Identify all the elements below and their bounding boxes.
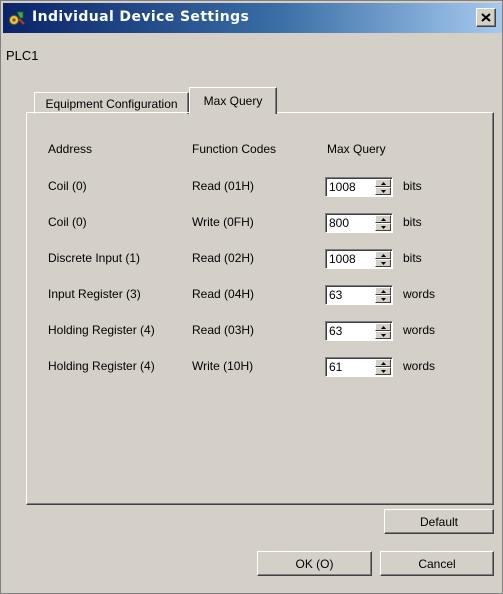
max-query-spinbox[interactable]: 63 — [325, 285, 393, 305]
title-bar[interactable]: Individual Device Settings — [3, 3, 502, 33]
spin-arrows[interactable] — [375, 179, 391, 195]
window-title: Individual Device Settings — [32, 9, 250, 25]
spin-down-button[interactable] — [375, 331, 391, 339]
max-query-value[interactable]: 61 — [329, 360, 342, 374]
device-name-label: PLC1 — [6, 48, 39, 63]
spin-arrows[interactable] — [375, 323, 391, 339]
row-unit: words — [403, 287, 436, 301]
spin-up-button[interactable] — [375, 179, 391, 187]
header-function-codes: Function Codes — [192, 142, 277, 156]
row-function-code: Read (01H) — [192, 179, 255, 193]
spin-down-button[interactable] — [375, 367, 391, 375]
row-address: Holding Register (4) — [48, 323, 155, 337]
spin-down-button[interactable] — [375, 295, 391, 303]
row-function-code: Write (0FH) — [192, 215, 254, 229]
spin-arrows[interactable] — [375, 251, 391, 267]
header-address: Address — [48, 142, 93, 156]
header-max-query: Max Query — [327, 142, 386, 156]
spin-down-button[interactable] — [375, 187, 391, 195]
row-address: Holding Register (4) — [48, 359, 155, 373]
spin-up-button[interactable] — [375, 359, 391, 367]
spin-arrows[interactable] — [375, 359, 391, 375]
row-unit: words — [403, 323, 436, 337]
row-function-code: Read (02H) — [192, 251, 255, 265]
row-unit: bits — [403, 251, 422, 265]
ok-button[interactable]: OK (O) — [257, 551, 372, 576]
close-icon — [481, 13, 491, 22]
row-unit: words — [403, 359, 436, 373]
row-address: Coil (0) — [48, 179, 87, 193]
max-query-value[interactable]: 1008 — [329, 180, 356, 194]
row-unit: bits — [403, 179, 422, 193]
max-query-value[interactable]: 63 — [329, 324, 342, 338]
spin-arrows[interactable] — [375, 215, 391, 231]
max-query-spinbox[interactable]: 63 — [325, 321, 393, 341]
max-query-value[interactable]: 1008 — [329, 252, 356, 266]
spin-down-button[interactable] — [375, 259, 391, 267]
device-settings-icon — [8, 9, 26, 27]
row-function-code: Read (03H) — [192, 323, 255, 337]
row-address: Discrete Input (1) — [48, 251, 141, 265]
default-button[interactable]: Default — [384, 509, 494, 534]
max-query-spinbox[interactable]: 1008 — [325, 177, 393, 197]
spin-up-button[interactable] — [375, 251, 391, 259]
spin-up-button[interactable] — [375, 323, 391, 331]
spin-up-button[interactable] — [375, 287, 391, 295]
max-query-spinbox[interactable]: 61 — [325, 357, 393, 377]
tab-equipment-configuration[interactable]: Equipment Configuration — [34, 92, 189, 114]
row-address: Coil (0) — [48, 215, 87, 229]
row-unit: bits — [403, 215, 422, 229]
max-query-panel — [26, 112, 494, 505]
row-function-code: Write (10H) — [192, 359, 254, 373]
close-button[interactable] — [476, 8, 496, 27]
spin-arrows[interactable] — [375, 287, 391, 303]
dialog-window: Individual Device Settings PLC1 Equipmen… — [0, 0, 503, 594]
cancel-button[interactable]: Cancel — [380, 551, 494, 576]
max-query-value[interactable]: 63 — [329, 288, 342, 302]
tab-max-query[interactable]: Max Query — [189, 87, 277, 114]
max-query-spinbox[interactable]: 800 — [325, 213, 393, 233]
spin-down-button[interactable] — [375, 223, 391, 231]
row-address: Input Register (3) — [48, 287, 141, 301]
max-query-value[interactable]: 800 — [329, 216, 349, 230]
spin-up-button[interactable] — [375, 215, 391, 223]
max-query-spinbox[interactable]: 1008 — [325, 249, 393, 269]
row-function-code: Read (04H) — [192, 287, 255, 301]
